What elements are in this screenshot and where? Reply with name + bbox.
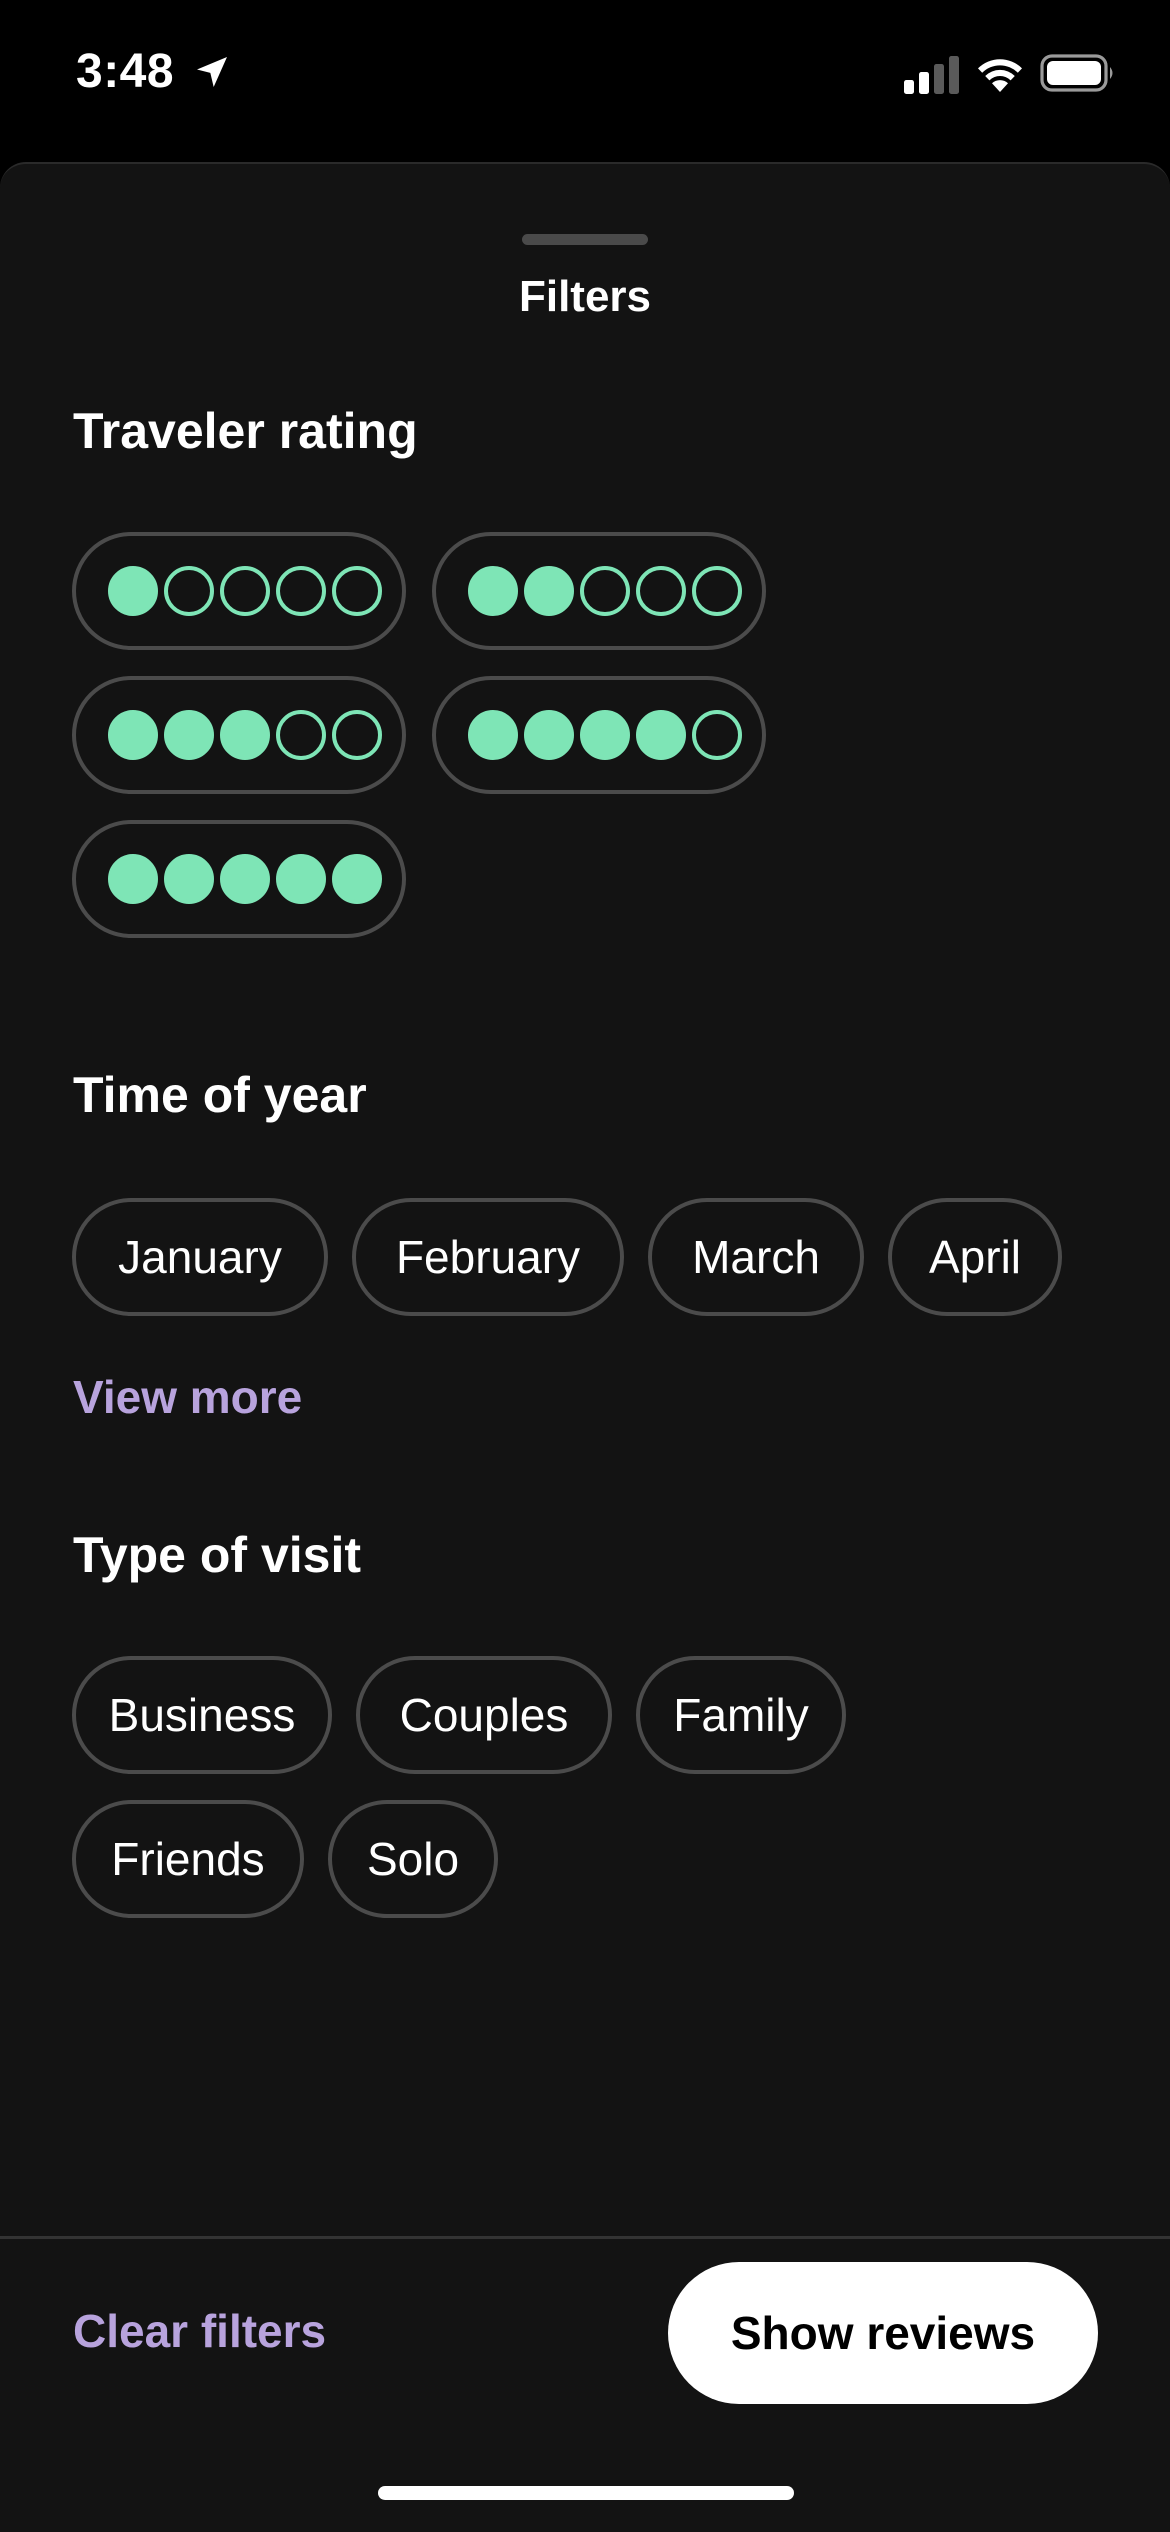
show-reviews-button[interactable]: Show reviews — [668, 2262, 1098, 2404]
empty-rating-dot-icon — [220, 566, 270, 616]
filled-rating-dot-icon — [636, 710, 686, 760]
filled-rating-dot-icon — [164, 710, 214, 760]
chip-visit-couples[interactable]: Couples — [356, 1656, 612, 1774]
filled-rating-dot-icon — [108, 854, 158, 904]
filters-sheet: Filters Traveler rating Time of year Jan… — [0, 162, 1170, 2532]
filled-rating-dot-icon — [108, 566, 158, 616]
empty-rating-dot-icon — [332, 566, 382, 616]
filled-rating-dot-icon — [220, 710, 270, 760]
chip-visit-family[interactable]: Family — [636, 1656, 846, 1774]
chip-visit-solo[interactable]: Solo — [328, 1800, 498, 1918]
footer-divider — [0, 2236, 1170, 2239]
empty-rating-dot-icon — [332, 710, 382, 760]
filled-rating-dot-icon — [468, 710, 518, 760]
rating-option-1[interactable] — [72, 532, 406, 650]
chip-month-january[interactable]: January — [72, 1198, 328, 1316]
empty-rating-dot-icon — [276, 566, 326, 616]
type-of-visit-heading: Type of visit — [73, 1527, 362, 1583]
filled-rating-dot-icon — [276, 854, 326, 904]
filled-rating-dot-icon — [220, 854, 270, 904]
filled-rating-dot-icon — [524, 566, 574, 616]
chip-month-april[interactable]: April — [888, 1198, 1062, 1316]
empty-rating-dot-icon — [580, 566, 630, 616]
chip-visit-business[interactable]: Business — [72, 1656, 332, 1774]
chip-month-february[interactable]: February — [352, 1198, 624, 1316]
empty-rating-dot-icon — [692, 710, 742, 760]
view-more-link[interactable]: View more — [73, 1370, 302, 1424]
wifi-icon — [978, 59, 1022, 92]
traveler-rating-heading: Traveler rating — [73, 403, 418, 459]
home-indicator — [378, 2486, 794, 2500]
clear-filters-button[interactable]: Clear filters — [73, 2304, 326, 2358]
rating-option-4[interactable] — [432, 676, 766, 794]
sheet-title: Filters — [518, 272, 652, 321]
rating-option-2[interactable] — [432, 532, 766, 650]
filled-rating-dot-icon — [580, 710, 630, 760]
empty-rating-dot-icon — [276, 710, 326, 760]
filled-rating-dot-icon — [164, 854, 214, 904]
chip-visit-friends[interactable]: Friends — [72, 1800, 304, 1918]
signal-icon — [904, 56, 959, 94]
location-arrow-icon — [197, 57, 227, 87]
filled-rating-dot-icon — [524, 710, 574, 760]
empty-rating-dot-icon — [692, 566, 742, 616]
rating-option-3[interactable] — [72, 676, 406, 794]
battery-icon — [1040, 54, 1113, 92]
chip-month-march[interactable]: March — [648, 1198, 864, 1316]
rating-option-5[interactable] — [72, 820, 406, 938]
filled-rating-dot-icon — [332, 854, 382, 904]
time-of-year-heading: Time of year — [73, 1067, 367, 1123]
filled-rating-dot-icon — [108, 710, 158, 760]
status-time: 3:48 — [76, 45, 175, 98]
sheet-grabber[interactable] — [522, 234, 648, 245]
filled-rating-dot-icon — [468, 566, 518, 616]
empty-rating-dot-icon — [636, 566, 686, 616]
status-bar: 3:48 — [0, 0, 1170, 160]
empty-rating-dot-icon — [164, 566, 214, 616]
